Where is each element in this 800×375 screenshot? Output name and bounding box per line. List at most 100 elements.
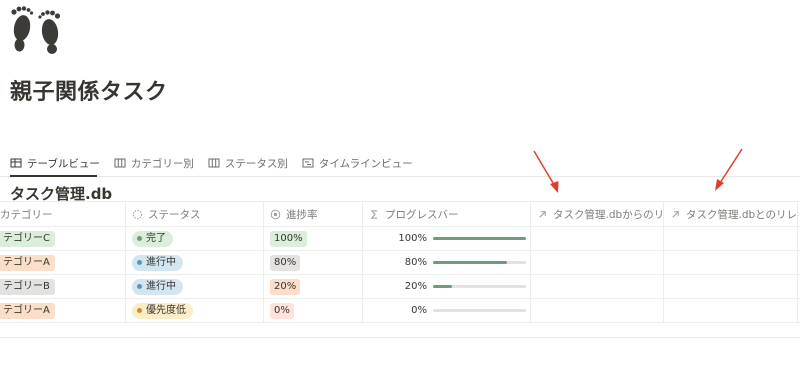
cell-category[interactable]: テゴリーA	[0, 251, 126, 274]
cell-progress-rate[interactable]: 100%	[264, 227, 363, 250]
progress-fill	[433, 285, 452, 288]
column-header-label: タスク管理.dbとのリレ...	[686, 208, 798, 221]
tab-table-view[interactable]: テーブルビュー	[10, 156, 100, 171]
progress-track	[433, 285, 526, 288]
cell-progress-bar[interactable]: 0%	[363, 299, 531, 322]
cell-category[interactable]: テゴリーB	[0, 275, 126, 298]
cell-relation-from[interactable]	[531, 227, 664, 250]
tab-label: ステータス別	[224, 157, 288, 170]
table-row[interactable]: テゴリーB 進行中 20% 20%	[0, 275, 800, 299]
column-header-label: プログレスバー	[385, 208, 459, 221]
status-dot	[137, 284, 142, 289]
formula-icon	[270, 209, 281, 219]
column-header-status[interactable]: ステータス	[126, 202, 264, 226]
cell-progress-rate[interactable]: 80%	[264, 251, 363, 274]
column-header-progress-bar[interactable]: プログレスバー	[363, 202, 531, 226]
status-badge: 進行中	[132, 254, 183, 271]
column-header-label: タスク管理.dbからのリ...	[553, 208, 664, 221]
tab-timeline-view[interactable]: タイムラインビュー	[302, 156, 413, 171]
progress-rate-tag: 20%	[270, 278, 301, 295]
status-label: 完了	[146, 232, 166, 244]
page-title[interactable]: 親子関係タスク	[10, 74, 168, 106]
progress-value: 100%	[398, 233, 427, 244]
cell-relation-from[interactable]	[531, 251, 664, 274]
column-header-relation-with[interactable]: タスク管理.dbとのリレ...	[664, 202, 798, 226]
progress-fill	[433, 261, 508, 264]
table-header-row: カテゴリー ステータス 進捗率 プログレスバー タスク管理.dbからのリ... …	[0, 201, 800, 227]
annotation-arrow-icon	[533, 150, 559, 193]
column-header-label: ステータス	[148, 208, 201, 221]
cell-relation-with[interactable]	[664, 275, 798, 298]
tab-label: タイムラインビュー	[318, 157, 413, 170]
category-tag: テゴリーA	[0, 254, 55, 271]
progress-value: 0%	[411, 305, 427, 316]
progress-bar: 20%	[369, 281, 530, 292]
cell-category[interactable]: テゴリーA	[0, 299, 126, 322]
footprints-icon[interactable]	[8, 2, 64, 54]
cell-progress-rate[interactable]: 20%	[264, 275, 363, 298]
tabs-divider	[0, 176, 800, 177]
category-tag: テゴリーC	[0, 230, 55, 247]
relation-arrow-icon	[672, 210, 679, 218]
progress-value: 20%	[404, 281, 427, 292]
table-icon	[10, 158, 22, 168]
progress-value: 80%	[404, 257, 427, 268]
annotation-arrow-icon	[715, 148, 743, 191]
board-icon	[208, 158, 220, 168]
cell-relation-from[interactable]	[531, 299, 664, 322]
column-header-category[interactable]: カテゴリー	[0, 202, 126, 226]
cell-status[interactable]: 進行中	[126, 251, 264, 274]
cell-relation-with[interactable]	[664, 299, 798, 322]
cell-status[interactable]: 完了	[126, 227, 264, 250]
cell-progress-bar[interactable]: 20%	[363, 275, 531, 298]
status-badge: 優先度低	[132, 302, 193, 319]
cell-status[interactable]: 優先度低	[126, 299, 264, 322]
table-row[interactable]: テゴリーA 優先度低 0% 0%	[0, 299, 800, 323]
cell-relation-from[interactable]	[531, 275, 664, 298]
status-icon	[132, 209, 143, 219]
table-row[interactable]: テゴリーA 進行中 80% 80%	[0, 251, 800, 275]
progress-rate-tag: 80%	[270, 254, 301, 271]
progress-bar: 100%	[369, 233, 530, 244]
column-header-label: カテゴリー	[0, 208, 53, 221]
category-tag: テゴリーB	[0, 278, 55, 295]
status-label: 優先度低	[146, 304, 186, 316]
category-tag: テゴリーA	[0, 302, 55, 319]
table-body: テゴリーC 完了 100% 100% テゴリーA 進行中 80% 80% テゴリ…	[0, 227, 800, 323]
progress-track	[433, 237, 526, 240]
status-label: 進行中	[146, 256, 176, 268]
table-row[interactable]: テゴリーC 完了 100% 100%	[0, 227, 800, 251]
database-table: カテゴリー ステータス 進捗率 プログレスバー タスク管理.dbからのリ... …	[0, 201, 800, 323]
tab-category-board[interactable]: カテゴリー別	[114, 156, 194, 171]
progress-bar: 80%	[369, 257, 530, 268]
column-header-label: 進捗率	[286, 208, 318, 221]
cell-relation-with[interactable]	[664, 227, 798, 250]
progress-fill	[433, 237, 526, 240]
tab-label: テーブルビュー	[27, 157, 100, 170]
status-badge: 進行中	[132, 278, 183, 295]
cell-progress-bar[interactable]: 80%	[363, 251, 531, 274]
progress-bar: 0%	[369, 305, 530, 316]
board-icon	[114, 158, 126, 168]
progress-rate-tag: 100%	[270, 230, 307, 247]
status-dot	[137, 260, 142, 265]
cell-relation-with[interactable]	[664, 251, 798, 274]
cell-progress-rate[interactable]: 0%	[264, 299, 363, 322]
column-header-relation-from[interactable]: タスク管理.dbからのリ...	[531, 202, 664, 226]
column-header-progress-rate[interactable]: 進捗率	[264, 202, 363, 226]
status-dot	[137, 308, 142, 313]
active-tab-indicator	[10, 175, 97, 177]
progress-rate-tag: 0%	[270, 302, 294, 319]
relation-arrow-icon	[539, 210, 546, 218]
status-badge: 完了	[132, 230, 173, 247]
progress-track	[433, 309, 526, 312]
table-bottom-divider	[0, 337, 800, 338]
tab-status-board[interactable]: ステータス別	[208, 156, 288, 171]
cell-category[interactable]: テゴリーC	[0, 227, 126, 250]
status-label: 進行中	[146, 280, 176, 292]
cell-progress-bar[interactable]: 100%	[363, 227, 531, 250]
status-dot	[137, 236, 142, 241]
tab-label: カテゴリー別	[130, 157, 194, 170]
cell-status[interactable]: 進行中	[126, 275, 264, 298]
timeline-icon	[302, 158, 314, 168]
